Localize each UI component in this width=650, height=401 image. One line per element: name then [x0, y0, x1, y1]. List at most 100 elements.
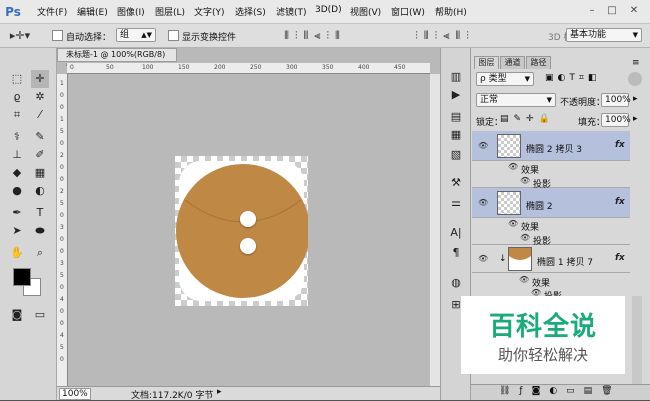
vertical-scrollbar[interactable]: [430, 74, 440, 387]
move-tool-preset-icon[interactable]: ▸✛▾: [6, 28, 34, 43]
crop-tool-icon[interactable]: ⌗: [8, 106, 26, 124]
ruler-left-label: 3: [60, 260, 64, 267]
align-icons[interactable]: ⫴⫶⫴⫷⫶⫴: [255, 28, 375, 43]
play-icon[interactable]: ▶: [446, 86, 466, 104]
lock-icons[interactable]: ▤✎✛🔒: [500, 114, 555, 124]
layer-filter-icons[interactable]: ▣◐T⌗◧: [545, 73, 600, 83]
move-tool-icon[interactable]: ✛: [31, 70, 49, 88]
fill-arrow-icon[interactable]: ▸: [633, 114, 638, 124]
path-select-icon[interactable]: ➤: [8, 222, 26, 240]
menu-edit[interactable]: 编辑(E): [77, 5, 108, 18]
tab-layers[interactable]: 图层: [474, 56, 499, 69]
ruler-top-label: 450: [394, 64, 406, 71]
menu-window[interactable]: 窗口(W): [391, 5, 425, 18]
chevron-down-icon: ▼: [546, 96, 552, 104]
close-icon[interactable]: ✕: [627, 4, 641, 18]
layer-filter-dropdown[interactable]: ρ 类型 ▼: [476, 72, 534, 86]
panel-menu-icon[interactable]: ≡: [632, 58, 640, 68]
fill-input[interactable]: 100%: [601, 113, 631, 127]
fx-icon[interactable]: fx: [615, 253, 625, 263]
menu-layer[interactable]: 图层(L): [155, 5, 185, 18]
menu-type[interactable]: 文字(Y): [194, 5, 225, 18]
history-icon[interactable]: ▥: [446, 68, 466, 86]
workspace-dropdown[interactable]: 基本功能 ▼: [566, 28, 642, 42]
ruler-top-label: 400: [358, 64, 370, 71]
menu-image[interactable]: 图像(I): [117, 5, 145, 18]
ruler-left-label: 5: [60, 200, 64, 207]
tab-paths[interactable]: 路径: [526, 56, 551, 69]
auto-select-dropdown[interactable]: 组 ▲▼: [116, 28, 156, 42]
quick-mask-icon[interactable]: ◙: [8, 306, 26, 324]
gradient-icon[interactable]: ▦: [31, 164, 49, 182]
document-tab[interactable]: 未标题-1 @ 100%(RGB/8) *×: [57, 48, 177, 71]
layer-footer-icons[interactable]: ⛓ƒ◙◐▭▤🗑: [499, 386, 622, 396]
zoom-tool-icon[interactable]: ⌕: [31, 244, 49, 262]
eyedropper-icon[interactable]: ⁄: [31, 106, 49, 124]
styles-icon[interactable]: ▧: [446, 146, 466, 164]
magic-wand-icon[interactable]: ✲: [31, 88, 49, 106]
ellipse-tool-icon[interactable]: ⬬: [31, 222, 49, 240]
tool-presets-icon[interactable]: ⚒: [446, 174, 466, 192]
3d-icon[interactable]: ◍: [446, 274, 466, 292]
blend-mode-dropdown[interactable]: 正常 ▼: [476, 93, 556, 107]
menu-view[interactable]: 视图(V): [350, 5, 381, 18]
effect-eye-icon[interactable]: 👁: [520, 176, 530, 185]
brush-settings-icon[interactable]: ⚌: [446, 194, 466, 212]
ruler-left-label: 0: [60, 320, 64, 327]
menu-file[interactable]: 文件(F): [37, 5, 67, 18]
hand-tool-icon[interactable]: ✋: [8, 244, 26, 262]
status-bar: 100% 文档:117.2K/0 字节 ▸: [57, 386, 440, 401]
filter-toggle[interactable]: [628, 72, 642, 86]
app-icon-artwork: [176, 161, 310, 301]
brush-tool-icon[interactable]: ✎: [31, 128, 49, 146]
type-tool-icon[interactable]: T: [31, 204, 49, 222]
lasso-tool-icon[interactable]: ϱ: [8, 88, 26, 106]
character-icon[interactable]: A|: [446, 224, 466, 242]
minimize-icon[interactable]: –: [585, 4, 599, 18]
tab-channels[interactable]: 通道: [500, 56, 525, 69]
visibility-eye-icon[interactable]: 👁: [478, 254, 488, 263]
effects-eye-icon[interactable]: 👁: [508, 219, 518, 228]
restore-icon[interactable]: □: [605, 4, 619, 18]
distribute-icons[interactable]: ⫶⫴⫶⫷⫴⫶: [385, 28, 505, 43]
pen-tool-icon[interactable]: ✒: [8, 204, 26, 222]
marquee-tool-icon[interactable]: ⬚: [8, 70, 26, 88]
watermark: 百科全说 助你轻松解决: [461, 296, 625, 374]
ruler-left-label: 5: [60, 128, 64, 135]
fx-icon[interactable]: fx: [615, 197, 625, 207]
menu-filter[interactable]: 滤镜(T): [276, 5, 307, 18]
effect-eye-icon[interactable]: 👁: [520, 233, 530, 242]
eraser-icon[interactable]: ◆: [8, 164, 26, 182]
swatches-icon[interactable]: ▦: [446, 126, 466, 144]
layers-scrollbar[interactable]: [632, 296, 642, 384]
effects-eye-icon[interactable]: 👁: [508, 162, 518, 171]
clone-stamp-icon[interactable]: ⊥: [8, 146, 26, 164]
adjustments-icon[interactable]: ▤: [446, 108, 466, 126]
blur-tool-icon[interactable]: ●: [8, 182, 26, 200]
opacity-arrow-icon[interactable]: ▸: [633, 94, 638, 104]
visibility-eye-icon[interactable]: 👁: [478, 141, 488, 150]
ruler-left-label: 0: [60, 284, 64, 291]
foreground-color-swatch[interactable]: [13, 268, 31, 286]
layer-name: 椭圆 2: [526, 202, 553, 212]
chevron-down-icon: ▼: [524, 75, 530, 83]
menu-help[interactable]: 帮助(H): [435, 5, 467, 18]
canvas[interactable]: [175, 156, 310, 306]
fx-icon[interactable]: fx: [615, 140, 625, 150]
auto-select-checkbox[interactable]: [52, 30, 63, 41]
menu-3d[interactable]: 3D(D): [315, 5, 342, 15]
visibility-eye-icon[interactable]: 👁: [478, 198, 488, 207]
status-arrow-icon[interactable]: ▸: [217, 387, 222, 397]
paragraph-icon[interactable]: ¶: [446, 244, 466, 262]
history-brush-icon[interactable]: ✐: [31, 146, 49, 164]
effects-eye-icon[interactable]: 👁: [519, 275, 529, 284]
ruler-left-label: 2: [60, 188, 64, 195]
zoom-level[interactable]: 100%: [59, 388, 91, 400]
opacity-input[interactable]: 100%: [601, 93, 631, 107]
chevron-down-icon: ▼: [632, 31, 638, 39]
healing-brush-icon[interactable]: ⚕: [8, 128, 26, 146]
menu-select[interactable]: 选择(S): [235, 5, 266, 18]
dodge-tool-icon[interactable]: ◐: [31, 182, 49, 200]
show-transform-checkbox[interactable]: [168, 30, 179, 41]
screen-mode-icon[interactable]: ▭: [31, 306, 49, 324]
